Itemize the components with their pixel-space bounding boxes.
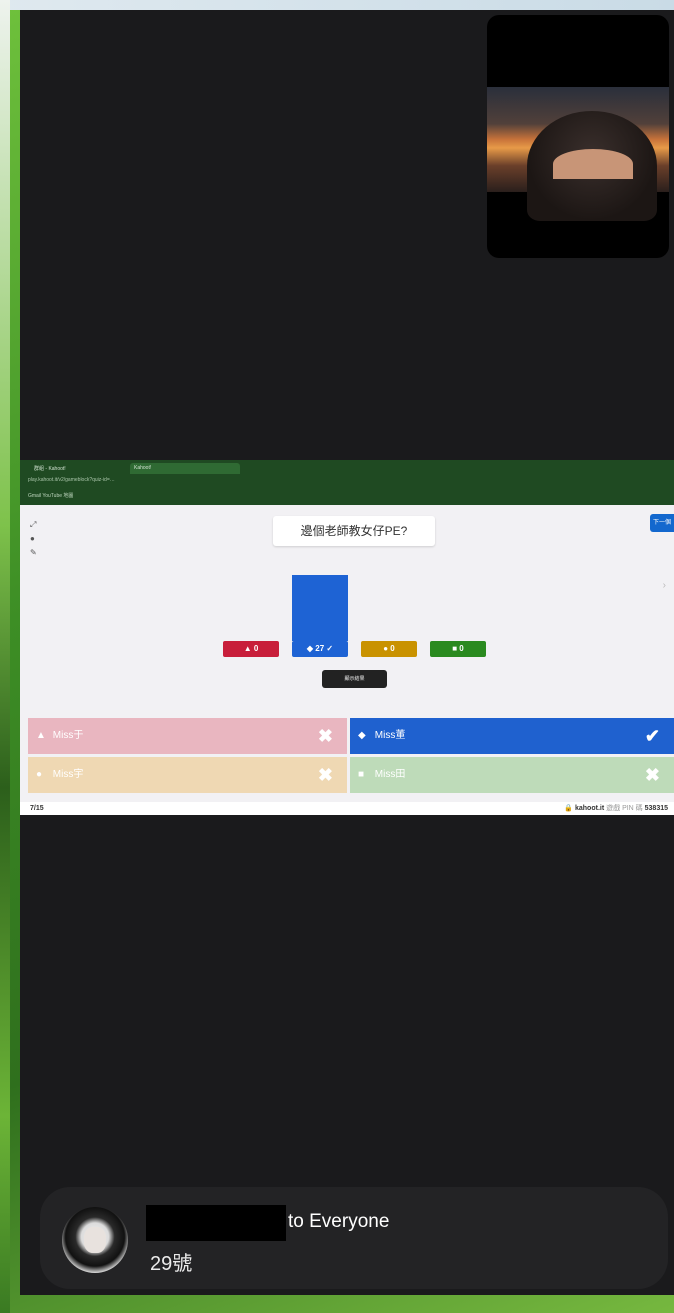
browser-bar: 群組 - Kahoot! Kahoot! play.kahoot.it/v2/g… (20, 460, 674, 505)
chart-bar-label: ● 0 (361, 641, 417, 657)
wallpaper-edge (0, 0, 10, 1313)
correct-icon: ✔ (644, 726, 660, 746)
diamond-icon: ◆ (358, 730, 366, 741)
side-tools: ⤢ ● ✎ (30, 518, 37, 560)
chart-bar-label: ◆ 27 ✓ (292, 641, 348, 657)
wrong-icon: ✖ (317, 765, 333, 785)
answer-text: Miss于 (52, 730, 84, 741)
chat-notification[interactable]: to Everyone 29號 (40, 1187, 668, 1289)
answer-text: Miss董 (374, 730, 406, 741)
circle-icon: ● (36, 769, 43, 780)
triangle-icon: ▲ (36, 730, 46, 741)
chat-recipient: to Everyone (288, 1211, 390, 1232)
fullscreen-icon[interactable]: ⤢ (30, 518, 37, 532)
avatar (62, 1207, 128, 1273)
answer-diamond[interactable]: ◆ Miss董 ✔ (350, 718, 674, 754)
wrong-icon: ✖ (644, 765, 660, 785)
next-button[interactable]: 下一個 (650, 514, 674, 532)
browser-tab-active[interactable]: Kahoot! (130, 463, 240, 474)
participant-face (553, 149, 633, 179)
video-feed (487, 87, 669, 221)
kahoot-host: kahoot.it (575, 805, 605, 812)
question-title: 邊個老師教女仔PE? (273, 516, 435, 546)
avatar-face (84, 1227, 106, 1253)
bookmarks-bar[interactable]: Gmail YouTube 地圖 (28, 492, 73, 499)
answer-circle[interactable]: ● Miss宇 ✖ (28, 757, 347, 793)
chat-message: 29號 (150, 1253, 193, 1275)
pin-value: 538315 (644, 805, 668, 812)
game-pin: 🔒 kahoot.it 遊戲 PIN 碼 538315 (564, 802, 668, 815)
show-results-button[interactable]: 顯示結果 (322, 670, 387, 688)
redacted-sender-name (146, 1205, 286, 1241)
pin-label: 遊戲 PIN 碼 (606, 805, 643, 812)
answer-triangle[interactable]: ▲ Miss于 ✖ (28, 718, 347, 754)
browser-tab[interactable]: 群組 - Kahoot! (30, 463, 125, 474)
chart-bar-label: ▲ 0 (223, 641, 279, 657)
pen-icon[interactable]: ✎ (30, 546, 37, 560)
answer-text: Miss田 (374, 769, 406, 780)
lock-icon: 🔒 (564, 805, 574, 812)
chart-bar (292, 575, 348, 641)
question-counter: 7/15 (30, 805, 44, 812)
answer-square[interactable]: ■ Miss田 ✖ (350, 757, 674, 793)
dot-icon[interactable]: ● (30, 532, 37, 546)
chevron-right-icon: › (662, 580, 666, 591)
wrong-icon: ✖ (317, 726, 333, 746)
square-icon: ■ (358, 769, 365, 780)
url-bar[interactable]: play.kahoot.it/v2/gameblock?quiz-id=… (28, 477, 628, 486)
meeting-window: 群組 - Kahoot! Kahoot! play.kahoot.it/v2/g… (20, 10, 674, 1295)
shared-screen: 群組 - Kahoot! Kahoot! play.kahoot.it/v2/g… (20, 460, 674, 815)
answer-grid: ▲ Miss于 ✖ ◆ Miss董 ✔ ● Miss宇 ✖ ■ Miss田 ✖ (28, 718, 674, 796)
wallpaper-top (0, 0, 674, 10)
self-video-tile[interactable] (487, 15, 669, 258)
answer-text: Miss宇 (52, 769, 84, 780)
chart-bar-label: ■ 0 (430, 641, 486, 657)
quiz-footer: 7/15 🔒 kahoot.it 遊戲 PIN 碼 538315 (20, 802, 674, 815)
